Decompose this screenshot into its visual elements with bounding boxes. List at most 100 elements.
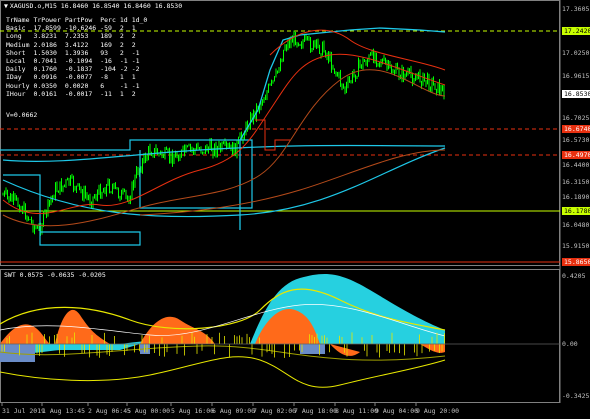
trend-table-cell: 3.8231 bbox=[33, 32, 57, 41]
trend-table-cell: Medium bbox=[6, 40, 30, 49]
trend-table-header-cell: 1d bbox=[119, 16, 128, 24]
trend-table-cell: -59 bbox=[100, 24, 112, 33]
time-axis-label: 8 Aug 11:00 bbox=[335, 407, 379, 415]
red-top-ma bbox=[269, 29, 446, 71]
trend-table-cell: 0.1760 bbox=[33, 65, 57, 74]
trend-table-cell: 0.0916 bbox=[33, 73, 57, 82]
trend-table-row: Short 1.5030 1.3936 93 2 -1 bbox=[6, 49, 151, 57]
trend-table-row: Medium 2.0186 3.4122 169 2 2 bbox=[6, 41, 151, 49]
time-axis-label: 5 Aug 00:00 bbox=[127, 407, 171, 415]
trend-table-cell: 0.7041 bbox=[33, 57, 57, 66]
trend-table-cell: 189 bbox=[100, 32, 112, 41]
trend-table-cell: Local bbox=[6, 57, 26, 66]
cyan-ma-upper bbox=[2, 144, 446, 162]
trend-table-cell: 0.0020 bbox=[64, 81, 89, 90]
trend-table-cell: 2 bbox=[119, 24, 124, 33]
trend-table-cell: -1 bbox=[131, 81, 140, 90]
price-axis-label: 17.0250 bbox=[562, 49, 590, 57]
trend-table-header-cell: PartPow bbox=[64, 16, 93, 24]
price-axis-label: 17.3605 bbox=[562, 5, 590, 13]
trend-table-cell: -0.1837 bbox=[64, 65, 93, 74]
trend-table-cell: 0.0350 bbox=[33, 81, 57, 90]
brown-ma-lower bbox=[139, 149, 446, 216]
trend-table-header-cell: TrPower bbox=[33, 16, 61, 24]
trend-table-cell: 1.3936 bbox=[64, 48, 89, 57]
trend-table-cell: 1 bbox=[119, 89, 124, 98]
price-axis-label: 16.4400 bbox=[562, 161, 590, 169]
trend-table-cell: 93 bbox=[100, 48, 109, 57]
trend-table-cell: -2 bbox=[131, 65, 140, 74]
trend-table-cell: Long bbox=[6, 32, 22, 41]
price-tag: 16.6740 bbox=[562, 125, 590, 133]
price-axis-label: 16.3150 bbox=[562, 178, 590, 186]
trend-table-header-cell: Perc bbox=[100, 16, 116, 24]
orange-area-neg-2 bbox=[330, 344, 360, 356]
orange-area-1 bbox=[0, 324, 50, 344]
price-axis-label: 15.9150 bbox=[562, 242, 590, 250]
trend-table-cell: 2 bbox=[119, 40, 124, 49]
trend-table-cell: 1.5030 bbox=[33, 48, 57, 57]
trend-table-row: Basic 17.8599 -10.6246 -59 2 1 bbox=[6, 24, 151, 32]
chart-title: ▼ XAGUSD.o,M15 16.8460 16.8540 16.8460 16… bbox=[4, 2, 182, 10]
trend-table-cell: -2 bbox=[119, 65, 128, 74]
trend-table-cell: 1 bbox=[119, 73, 124, 82]
time-axis-label: 7 Aug 18:00 bbox=[294, 407, 338, 415]
time-axis-label: 2 Aug 06:45 bbox=[88, 407, 132, 415]
trend-table-body: Basic 17.8599 -10.6246 -59 2 1 Long 3.8231 7.235… bbox=[6, 24, 151, 98]
trend-table-cell: -10.6246 bbox=[64, 24, 97, 33]
trend-table-row: Local 0.7041 -0.1094 -16 -1 -1 bbox=[6, 57, 151, 65]
price-tag: 16.1780 bbox=[562, 207, 590, 215]
trend-table-cell: -0.0017 bbox=[64, 89, 93, 98]
trend-table-cell: 3.4122 bbox=[64, 40, 89, 49]
trend-table-cell: -104 bbox=[100, 65, 116, 74]
blue-block-right bbox=[300, 344, 325, 354]
orange-area-2 bbox=[55, 309, 110, 344]
trend-table-header-cell: 1d_0 bbox=[131, 16, 148, 24]
trend-table: TrName TrPower PartPow Perc 1d 1d_0 Basic 17.8… bbox=[6, 16, 151, 98]
trend-table-cell: -0.0077 bbox=[64, 73, 93, 82]
price-axis-label: 16.0480 bbox=[562, 221, 590, 229]
trend-table-cell: -8 bbox=[100, 73, 109, 82]
trend-table-cell: -16 bbox=[100, 57, 112, 66]
time-axis-label: 31 Jul 2019 bbox=[2, 407, 46, 415]
trend-table-row: IHour 0.0161 -0.0017 -11 1 2 bbox=[6, 90, 151, 98]
trend-table-row: Daily 0.1760 -0.1837 -104 -2 -2 bbox=[6, 65, 151, 73]
trend-table-row: Hourly 0.0350 0.0020 6 -1 -1 bbox=[6, 82, 151, 90]
triangle-down-icon: ▼ bbox=[4, 2, 8, 10]
price-axis-label: 16.5730 bbox=[562, 136, 590, 144]
indicator-axis-label: 0.4205 bbox=[562, 272, 586, 280]
trend-table-header: TrName TrPower PartPow Perc 1d 1d_0 bbox=[6, 16, 151, 24]
volatility-label: V=0.0662 bbox=[6, 111, 38, 119]
time-axis-label: 9 Aug 20:00 bbox=[416, 407, 460, 415]
chart-window[interactable]: ▼ XAGUSD.o,M15 16.8460 16.8540 16.8460 16… bbox=[0, 0, 590, 419]
trend-table-cell: 6 bbox=[100, 81, 105, 90]
trend-table-cell: -1 bbox=[131, 57, 140, 66]
time-axis-label: 5 Aug 16:00 bbox=[171, 407, 215, 415]
trend-table-cell: 2 bbox=[131, 40, 136, 49]
indicator-label: SWT 0.0575 -0.0635 -0.0205 bbox=[4, 271, 106, 279]
trend-table-cell: 2 bbox=[131, 32, 136, 41]
time-axis-label: 9 Aug 04:00 bbox=[375, 407, 419, 415]
trend-table-cell: 2 bbox=[119, 48, 124, 57]
orange-area-neg-3 bbox=[420, 344, 445, 353]
trend-table-cell: 2 bbox=[119, 32, 124, 41]
trend-table-cell: Hourly bbox=[6, 81, 30, 90]
price-tag: 16.8530 bbox=[562, 90, 590, 98]
indicator-axis-label: 0.00 bbox=[562, 340, 578, 348]
trend-table-cell: IDay bbox=[6, 73, 22, 82]
yellow-lower-envelope bbox=[0, 356, 446, 388]
trend-table-cell: -1 bbox=[119, 81, 128, 90]
price-tag: 15.8650 bbox=[562, 258, 590, 266]
trend-table-cell: -1 bbox=[119, 57, 128, 66]
trend-table-cell: IHour bbox=[6, 89, 26, 98]
trend-table-cell: 17.8599 bbox=[33, 24, 61, 33]
indicator-axis-label: -0.3425 bbox=[562, 392, 590, 400]
time-axis-label: 6 Aug 09:00 bbox=[212, 407, 256, 415]
trend-table-cell: 0.0161 bbox=[33, 89, 57, 98]
symbol-and-ohlc: XAGUSD.o,M15 16.8460 16.8540 16.8460 16.… bbox=[9, 2, 183, 10]
trend-table-cell: Daily bbox=[6, 65, 26, 74]
trend-table-row: IDay 0.0916 -0.0077 -8 1 1 bbox=[6, 73, 151, 81]
price-axis-label: 16.1890 bbox=[562, 193, 590, 201]
trend-table-cell: -0.1094 bbox=[64, 57, 93, 66]
trend-table-header-cell: TrName bbox=[6, 16, 30, 24]
